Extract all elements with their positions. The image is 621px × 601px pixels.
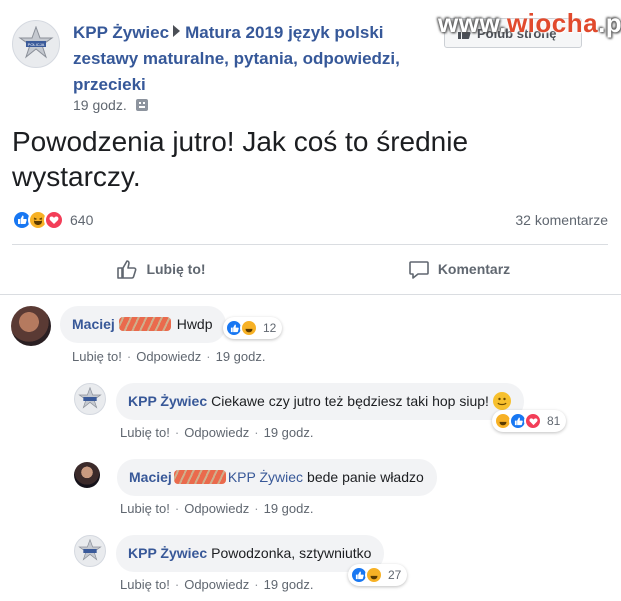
comments-count[interactable]: 32 komentarze <box>515 212 608 228</box>
post-meta: 19 godz. <box>73 97 149 113</box>
avatar[interactable] <box>74 383 106 415</box>
arrow-right-icon <box>173 25 181 37</box>
censored-surname <box>118 317 171 331</box>
comment-reply-link[interactable]: Odpowiedz <box>184 577 249 592</box>
divider <box>12 244 608 245</box>
comment-reply: KPP Żywiec Ciekawe czy jutro też będziesz… <box>74 383 524 420</box>
reaction-count[interactable]: 640 <box>70 212 93 228</box>
police-star-icon <box>78 539 102 561</box>
post-action-bar: Lubię to! Komentarz <box>12 246 608 292</box>
comment-time[interactable]: 19 godz. <box>216 349 266 364</box>
page-avatar[interactable]: POLICJA <box>12 20 60 68</box>
love-reaction-icon <box>524 412 542 430</box>
comment-actions: Lubię to! · Odpowiedz · 19 godz. <box>120 501 314 516</box>
comment-time[interactable]: 19 godz. <box>264 577 314 592</box>
comment-actions: Lubię to! · Odpowiedz · 19 godz. <box>120 577 314 592</box>
like-button[interactable]: Lubię to! <box>12 246 310 292</box>
comment-button-label: Komentarz <box>437 261 511 277</box>
comment-text: Powodzonka, sztywniutko <box>211 545 372 561</box>
post-header-title: KPP Żywiec Matura 2019 język polski zesta… <box>73 20 423 98</box>
comment-button[interactable]: Komentarz <box>310 246 608 292</box>
reactions-summary: 640 32 komentarze <box>12 205 608 235</box>
avatar[interactable] <box>74 462 100 488</box>
avatar[interactable] <box>74 535 106 567</box>
police-star-icon: POLICJA <box>18 26 54 59</box>
comment-bubble: Maciej Hwdp <box>60 306 226 343</box>
comment-reactions[interactable]: 27 <box>348 564 408 586</box>
like-button-label: Lubię to! <box>146 261 206 277</box>
love-reaction-icon <box>44 210 64 230</box>
comment-reactions[interactable]: 81 <box>492 410 567 432</box>
comment-text: bede panie władzo <box>307 469 424 485</box>
comment: Maciej Hwdp <box>11 306 226 346</box>
comment-like-link[interactable]: Lubię to! <box>120 425 170 440</box>
comment-time[interactable]: 19 godz. <box>264 425 314 440</box>
comment-actions: Lubię to! · Odpowiedz · 19 godz. <box>120 425 314 440</box>
smile-emoji-icon <box>492 392 511 410</box>
thumbs-up-outline-icon <box>117 260 137 279</box>
comment-like-link[interactable]: Lubię to! <box>72 349 122 364</box>
police-star-icon <box>78 387 102 409</box>
page-name-link[interactable]: KPP Żywiec <box>73 23 169 42</box>
post-timestamp[interactable]: 19 godz. <box>73 97 127 113</box>
comment-like-link[interactable]: Lubię to! <box>120 577 170 592</box>
comment-reply-link[interactable]: Odpowiedz <box>184 501 249 516</box>
comment-bubble: KPP Żywiec Powodzonka, sztywniutko <box>116 535 385 572</box>
comment-time[interactable]: 19 godz. <box>264 501 314 516</box>
divider <box>0 294 621 295</box>
haha-reaction-icon <box>365 566 383 584</box>
comment-reactions[interactable]: 12 <box>223 317 283 339</box>
comment-author[interactable]: KPP Żywiec <box>128 545 207 561</box>
comment-text: Hwdp <box>176 316 213 332</box>
comment-author[interactable]: KPP Żywiec <box>128 393 207 409</box>
audience-icon <box>135 99 148 111</box>
avatar[interactable] <box>11 306 51 346</box>
censored-surname <box>173 470 226 484</box>
post-text: Powodzenia jutro! Jak coś to średnie wys… <box>12 126 469 192</box>
comment-text: Ciekawe czy jutro też będziesz taki hop … <box>211 393 489 409</box>
comment-author[interactable]: Maciej <box>72 316 115 332</box>
haha-reaction-icon <box>240 319 258 337</box>
comment-reply: KPP Żywiec Powodzonka, sztywniutko <box>74 535 385 572</box>
speech-bubble-icon <box>409 261 429 279</box>
comment-actions: Lubię to! · Odpowiedz · 19 godz. <box>72 349 266 364</box>
reaction-count: 12 <box>263 321 277 335</box>
comment-reply-link[interactable]: Odpowiedz <box>136 349 201 364</box>
comment-bubble: KPP Żywiec Ciekawe czy jutro też będziesz… <box>116 383 524 420</box>
comment-bubble: Maciej KPP Żywiec bede panie władzo <box>117 459 437 496</box>
comment-reply: Maciej KPP Żywiec bede panie władzo <box>74 459 437 496</box>
tagged-page-link[interactable]: KPP Żywiec <box>228 469 303 485</box>
reaction-count: 81 <box>547 414 561 428</box>
svg-text:POLICJA: POLICJA <box>28 42 45 47</box>
reaction-count: 27 <box>388 568 402 582</box>
comment-author[interactable]: Maciej <box>129 469 172 485</box>
comment-reply-link[interactable]: Odpowiedz <box>184 425 249 440</box>
reaction-icons[interactable] <box>12 210 64 230</box>
comment-like-link[interactable]: Lubię to! <box>120 501 170 516</box>
watermark-logo: www.wiocha.pl <box>438 8 621 38</box>
